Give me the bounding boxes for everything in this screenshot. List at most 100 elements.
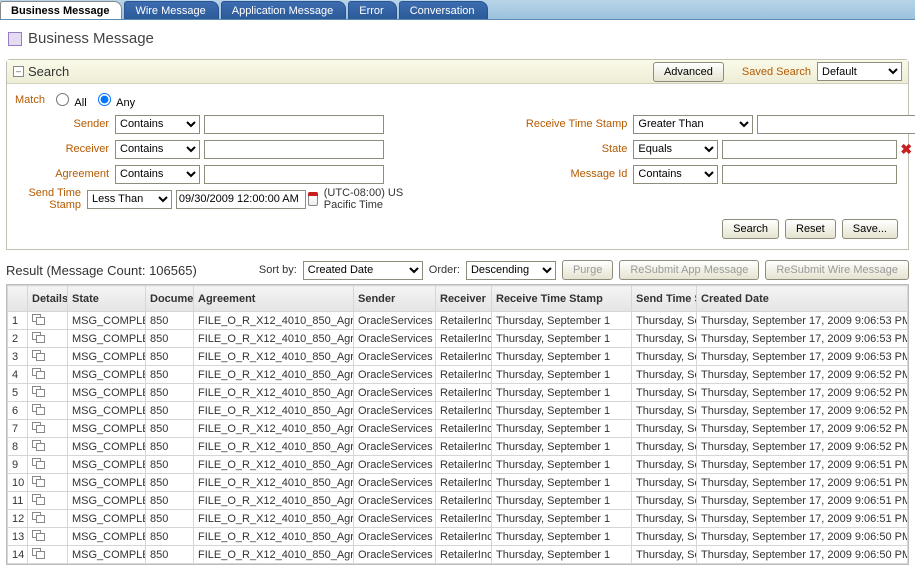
tab-application-message[interactable]: Application Message: [221, 1, 347, 19]
table-row[interactable]: 2MSG_COMPLETE850FILE_O_R_X12_4010_850_Ag…: [8, 330, 908, 348]
criteria-message-id: Message IdContains: [463, 163, 915, 185]
advanced-button[interactable]: Advanced: [653, 62, 724, 82]
details-icon[interactable]: [32, 314, 44, 324]
details-cell[interactable]: [28, 528, 68, 546]
op-select[interactable]: Contains: [115, 165, 200, 184]
details-cell[interactable]: [28, 546, 68, 564]
details-cell[interactable]: [28, 330, 68, 348]
table-row[interactable]: 13MSG_COMPLETE850FILE_O_R_X12_4010_850_A…: [8, 528, 908, 546]
details-cell[interactable]: [28, 402, 68, 420]
col-header[interactable]: Sender: [354, 286, 436, 312]
op-select[interactable]: Contains: [115, 115, 200, 134]
result-grid-wrap: DetailsStateDocument TypeAgreementSender…: [6, 284, 909, 565]
details-icon[interactable]: [32, 332, 44, 342]
saved-search-select[interactable]: Default: [817, 62, 902, 81]
details-icon[interactable]: [32, 368, 44, 378]
value-input[interactable]: [204, 165, 384, 184]
sender-cell: OracleServices: [354, 528, 436, 546]
table-row[interactable]: 5MSG_COMPLETE850FILE_O_R_X12_4010_850_Ag…: [8, 384, 908, 402]
details-icon[interactable]: [32, 548, 44, 558]
value-input[interactable]: [204, 140, 384, 159]
details-icon[interactable]: [32, 440, 44, 450]
receiver-cell: RetailerInc: [436, 456, 492, 474]
op-select[interactable]: Contains: [633, 165, 718, 184]
table-row[interactable]: 9MSG_COMPLETE850FILE_O_R_X12_4010_850_Ag…: [8, 456, 908, 474]
tab-error[interactable]: Error: [348, 1, 396, 19]
sender-cell: OracleServices: [354, 348, 436, 366]
value-input[interactable]: [757, 115, 915, 134]
details-icon[interactable]: [32, 404, 44, 414]
order-select[interactable]: Descending: [466, 261, 556, 280]
table-row[interactable]: 3MSG_COMPLETE850FILE_O_R_X12_4010_850_Ag…: [8, 348, 908, 366]
timezone-note: (UTC-08:00) US Pacific Time: [324, 187, 424, 211]
match-all-radio[interactable]: All: [51, 90, 87, 109]
resubmit-wire-button[interactable]: ReSubmit Wire Message: [765, 260, 909, 280]
calendar-icon[interactable]: [308, 192, 318, 206]
details-cell[interactable]: [28, 438, 68, 456]
details-cell[interactable]: [28, 420, 68, 438]
send-ts-cell: Thursday, Se: [632, 510, 697, 528]
details-cell[interactable]: [28, 510, 68, 528]
details-icon[interactable]: [32, 386, 44, 396]
op-select[interactable]: Greater Than: [633, 115, 753, 134]
tab-wire-message[interactable]: Wire Message: [124, 1, 218, 19]
col-header[interactable]: Details: [28, 286, 68, 312]
col-header[interactable]: Agreement: [194, 286, 354, 312]
tab-conversation[interactable]: Conversation: [399, 1, 488, 19]
details-icon[interactable]: [32, 530, 44, 540]
details-icon[interactable]: [32, 512, 44, 522]
details-icon[interactable]: [32, 422, 44, 432]
table-row[interactable]: 14MSG_COMPLETE850FILE_O_R_X12_4010_850_A…: [8, 546, 908, 564]
col-header[interactable]: Document Type: [146, 286, 194, 312]
value-input[interactable]: [722, 165, 897, 184]
table-row[interactable]: 4MSG_COMPLETE850FILE_O_R_X12_4010_850_Ag…: [8, 366, 908, 384]
table-row[interactable]: 10MSG_COMPLETE850FILE_O_R_X12_4010_850_A…: [8, 474, 908, 492]
details-icon[interactable]: [32, 350, 44, 360]
match-any-radio[interactable]: Any: [93, 90, 135, 109]
col-header[interactable]: State: [68, 286, 146, 312]
receiver-cell: RetailerInc: [436, 348, 492, 366]
search-button[interactable]: Search: [722, 219, 779, 239]
table-row[interactable]: 6MSG_COMPLETE850FILE_O_R_X12_4010_850_Ag…: [8, 402, 908, 420]
op-select[interactable]: Contains: [115, 140, 200, 159]
collapse-icon[interactable]: –: [13, 66, 24, 77]
doc-cell: 850: [146, 492, 194, 510]
col-header[interactable]: Created Date: [697, 286, 908, 312]
clear-icon[interactable]: ✖: [900, 141, 912, 158]
col-header[interactable]: Send Time Stamp: [632, 286, 697, 312]
table-row[interactable]: 11MSG_COMPLETE850FILE_O_R_X12_4010_850_A…: [8, 492, 908, 510]
details-cell[interactable]: [28, 348, 68, 366]
details-icon[interactable]: [32, 458, 44, 468]
agreement-cell: FILE_O_R_X12_4010_850_Agr: [194, 384, 354, 402]
save-button[interactable]: Save...: [842, 219, 898, 239]
sortby-select[interactable]: Created Date: [303, 261, 423, 280]
doc-cell: 850: [146, 510, 194, 528]
receiver-cell: RetailerInc: [436, 384, 492, 402]
col-header[interactable]: Receiver: [436, 286, 492, 312]
reset-button[interactable]: Reset: [785, 219, 836, 239]
details-icon[interactable]: [32, 494, 44, 504]
details-cell[interactable]: [28, 474, 68, 492]
tab-business-message[interactable]: Business Message: [0, 1, 122, 19]
op-select[interactable]: Equals: [633, 140, 718, 159]
resubmit-app-button[interactable]: ReSubmit App Message: [619, 260, 759, 280]
value-input[interactable]: [204, 115, 384, 134]
value-input[interactable]: [722, 140, 897, 159]
purge-button[interactable]: Purge: [562, 260, 613, 280]
details-cell[interactable]: [28, 366, 68, 384]
details-cell[interactable]: [28, 456, 68, 474]
details-icon[interactable]: [32, 476, 44, 486]
table-row[interactable]: 1MSG_COMPLETE850FILE_O_R_X12_4010_850_Ag…: [8, 312, 908, 330]
details-cell[interactable]: [28, 384, 68, 402]
table-row[interactable]: 7MSG_COMPLETE850FILE_O_R_X12_4010_850_Ag…: [8, 420, 908, 438]
details-cell[interactable]: [28, 492, 68, 510]
col-header[interactable]: [8, 286, 28, 312]
op-select[interactable]: Less Than: [87, 190, 172, 209]
details-cell[interactable]: [28, 312, 68, 330]
created-cell: Thursday, September 17, 2009 9:06:52 PM …: [697, 420, 908, 438]
value-input[interactable]: [176, 190, 306, 209]
send-ts-cell: Thursday, Se: [632, 348, 697, 366]
col-header[interactable]: Receive Time Stamp: [492, 286, 632, 312]
table-row[interactable]: 8MSG_COMPLETE850FILE_O_R_X12_4010_850_Ag…: [8, 438, 908, 456]
table-row[interactable]: 12MSG_COMPLETE850FILE_O_R_X12_4010_850_A…: [8, 510, 908, 528]
